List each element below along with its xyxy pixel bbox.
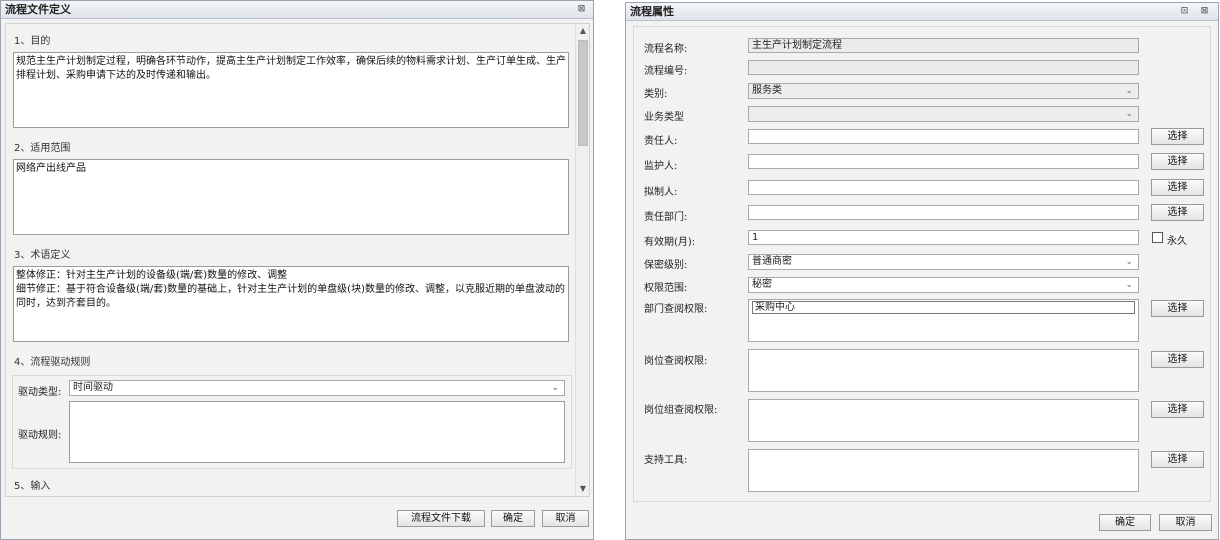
post-view-perm-area[interactable]: [748, 349, 1139, 392]
ok-button[interactable]: 确定: [491, 510, 535, 527]
cancel-button[interactable]: 取消: [1159, 514, 1212, 531]
validity-field[interactable]: 1: [748, 230, 1139, 245]
select-drafter-button[interactable]: 选择: [1151, 179, 1204, 196]
download-process-file-button[interactable]: 流程文件下载: [397, 510, 485, 527]
scroll-down-icon[interactable]: ▼: [576, 482, 589, 496]
responsible-dept-label: 责任部门:: [644, 212, 688, 223]
select-owner-button[interactable]: 选择: [1151, 128, 1204, 145]
scrollbar-thumb[interactable]: [578, 40, 588, 146]
validity-label: 有效期(月):: [644, 237, 696, 248]
drive-rules-panel: 驱动类型: 时间驱动 ⌄ 驱动规则:: [12, 375, 572, 469]
definition-scroll-area[interactable]: 1、目的 规范主生产计划制定过程，明确各环节动作，提高主生产计划制定工作效率，确…: [5, 23, 590, 497]
chevron-down-icon: ⌄: [1125, 109, 1133, 119]
category-label: 类别:: [644, 89, 668, 100]
permanent-checkbox[interactable]: [1152, 232, 1163, 243]
properties-panel: 流程名称: 主生产计划制定流程 流程编号: 类别: 服务类 ⌄ 业务类型 ⌄ 责…: [633, 26, 1211, 502]
left-dialog-titlebar: 流程文件定义 ⊠: [1, 1, 593, 19]
process-properties-dialog: 流程属性 ⊡ ⊠ 流程名称: 主生产计划制定流程 流程编号: 类别: 服务类 ⌄…: [625, 2, 1219, 540]
dept-perm-entry: 采购中心: [752, 301, 1135, 314]
select-dept-perm-button[interactable]: 选择: [1151, 300, 1204, 317]
chevron-down-icon: ⌄: [1125, 257, 1133, 267]
right-dialog-titlebar: 流程属性 ⊡ ⊠: [626, 3, 1218, 21]
secrecy-level-select[interactable]: 普通商密 ⌄: [748, 254, 1139, 270]
dept-view-perm-area[interactable]: 采购中心: [748, 299, 1139, 342]
drafter-field[interactable]: [748, 180, 1139, 195]
owner-field[interactable]: [748, 129, 1139, 144]
process-number-label: 流程编号:: [644, 66, 688, 77]
process-name-label: 流程名称:: [644, 44, 688, 55]
close-icon[interactable]: ⊠: [1199, 6, 1210, 17]
permanent-label: 永久: [1167, 236, 1187, 247]
responsible-dept-field[interactable]: [748, 205, 1139, 220]
scroll-up-icon[interactable]: ▲: [576, 24, 589, 38]
post-view-perm-label: 岗位查阅权限:: [644, 356, 708, 367]
business-type-label: 业务类型: [644, 112, 684, 123]
select-post-perm-button[interactable]: 选择: [1151, 351, 1204, 368]
drive-rules-heading: 4、流程驱动规则: [14, 357, 91, 368]
select-dept-button[interactable]: 选择: [1151, 204, 1204, 221]
secrecy-level-value: 普通商密: [752, 256, 792, 267]
chevron-down-icon: ⌄: [551, 383, 559, 393]
guardian-label: 监护人:: [644, 161, 678, 172]
purpose-heading: 1、目的: [14, 36, 51, 47]
cancel-button[interactable]: 取消: [542, 510, 589, 527]
left-dialog-title: 流程文件定义: [5, 3, 71, 16]
right-dialog-title: 流程属性: [630, 5, 674, 18]
select-postgroup-perm-button[interactable]: 选择: [1151, 401, 1204, 418]
drive-type-label: 驱动类型:: [18, 387, 62, 398]
business-type-select[interactable]: ⌄: [748, 106, 1139, 122]
postgroup-view-perm-area[interactable]: [748, 399, 1139, 442]
scope-textarea[interactable]: 网络产出线产品: [13, 159, 569, 235]
process-name-field[interactable]: 主生产计划制定流程: [748, 38, 1139, 53]
support-tools-label: 支持工具:: [644, 455, 688, 466]
restore-icon[interactable]: ⊡: [1179, 6, 1190, 17]
select-guardian-button[interactable]: 选择: [1151, 153, 1204, 170]
process-number-field[interactable]: [748, 60, 1139, 75]
drive-type-select[interactable]: 时间驱动 ⌄: [69, 380, 565, 396]
permission-scope-value: 秘密: [752, 279, 772, 290]
vertical-scrollbar[interactable]: ▲ ▼: [575, 24, 589, 496]
select-tools-button[interactable]: 选择: [1151, 451, 1204, 468]
postgroup-view-perm-label: 岗位组查阅权限:: [644, 405, 718, 416]
purpose-textarea[interactable]: 规范主生产计划制定过程，明确各环节动作，提高主生产计划制定工作效率，确保后续的物…: [13, 52, 569, 128]
drafter-label: 拟制人:: [644, 187, 678, 198]
dept-view-perm-label: 部门查阅权限:: [644, 304, 708, 315]
owner-label: 责任人:: [644, 136, 678, 147]
drive-type-value: 时间驱动: [73, 382, 113, 393]
chevron-down-icon: ⌄: [1125, 86, 1133, 96]
guardian-field[interactable]: [748, 154, 1139, 169]
secrecy-level-label: 保密级别:: [644, 260, 688, 271]
terms-heading: 3、术语定义: [14, 250, 71, 261]
chevron-down-icon: ⌄: [1125, 280, 1133, 290]
process-file-definition-dialog: 流程文件定义 ⊠ 1、目的 规范主生产计划制定过程，明确各环节动作，提高主生产计…: [0, 0, 594, 540]
category-value: 服务类: [752, 85, 782, 96]
input-heading: 5、输入: [14, 481, 51, 492]
drive-rule-textarea[interactable]: [69, 401, 565, 463]
terms-textarea[interactable]: 整体修正：针对主生产计划的设备级(端/套)数量的修改、调整 细节修正：基于符合设…: [13, 266, 569, 342]
ok-button[interactable]: 确定: [1099, 514, 1151, 531]
drive-rule-label: 驱动规则:: [18, 430, 62, 441]
close-icon[interactable]: ⊠: [576, 4, 587, 15]
scope-heading: 2、适用范围: [14, 143, 71, 154]
permission-scope-select[interactable]: 秘密 ⌄: [748, 277, 1139, 293]
category-select[interactable]: 服务类 ⌄: [748, 83, 1139, 99]
support-tools-area[interactable]: [748, 449, 1139, 492]
permission-scope-label: 权限范围:: [644, 283, 688, 294]
